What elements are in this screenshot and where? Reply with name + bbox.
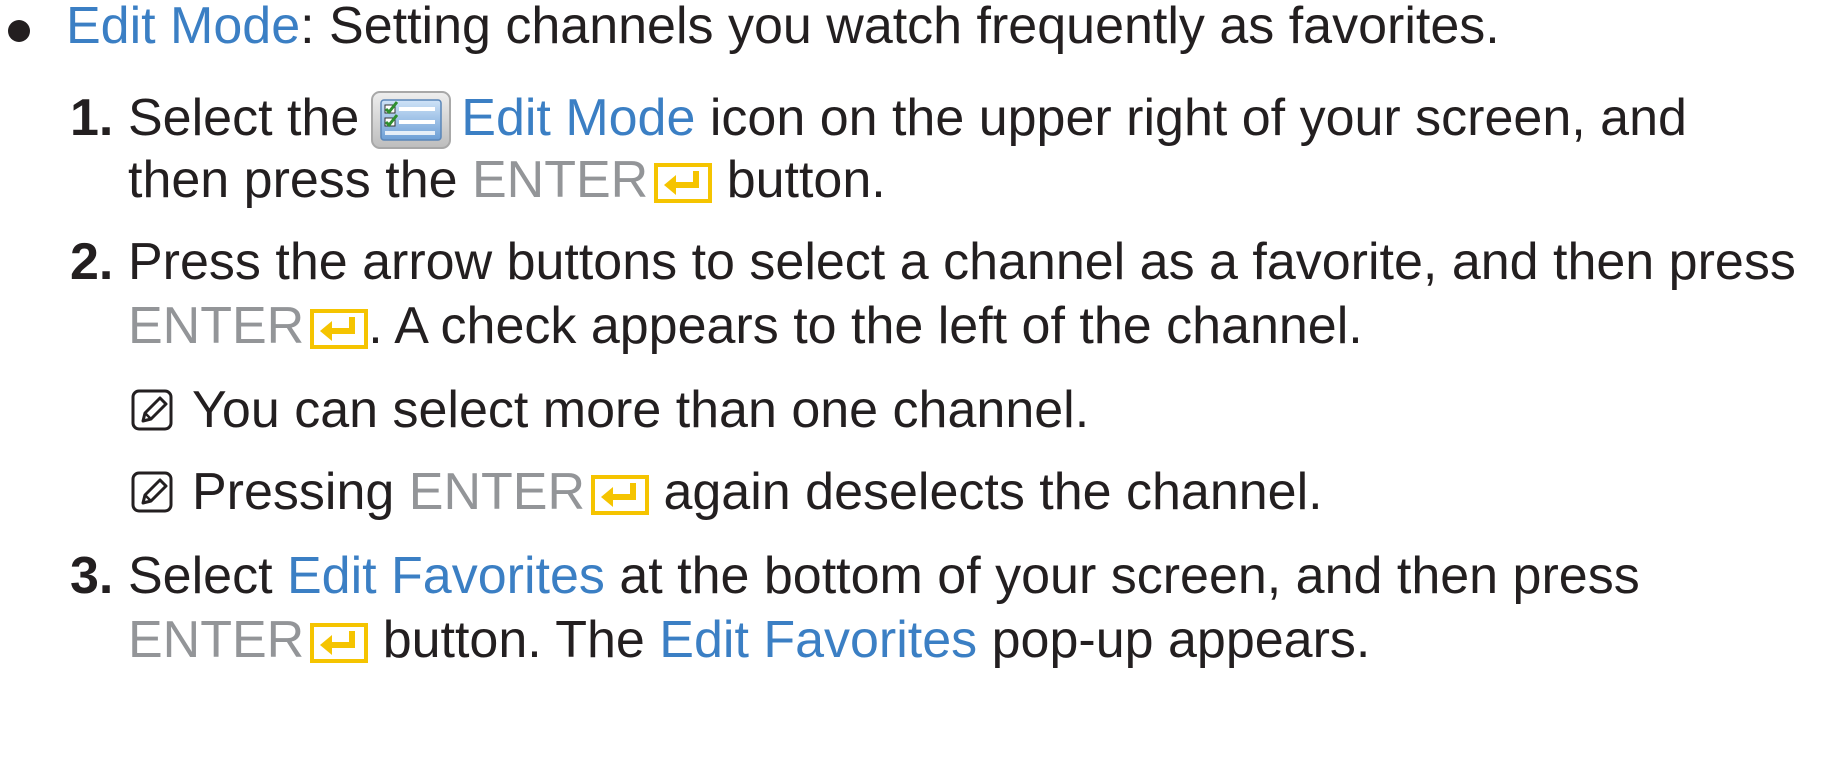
step-2-number: 2. <box>70 233 114 291</box>
manual-page: Edit Mode: Setting channels you watch fr… <box>0 0 1834 775</box>
step-1-line-1: Select the Edit Mode icon on the upper r… <box>128 88 1687 149</box>
enter-key-icon <box>310 623 369 663</box>
note-1-text: You can select more than one channel. <box>192 381 1090 439</box>
note-pencil-icon <box>131 471 173 513</box>
step-3-line-2: ENTER button. The Edit Favorites pop-up … <box>128 610 1370 670</box>
enter-key-icon <box>310 309 369 349</box>
step-2-text-b: . A check appears to the left of the cha… <box>368 297 1363 355</box>
step-2-text-a: Press the arrow buttons to select a chan… <box>128 233 1796 291</box>
edit-favorites-term: Edit Favorites <box>286 547 605 605</box>
edit-favorites-term: Edit Favorites <box>659 611 978 669</box>
step-3-text-c: button. The <box>368 611 660 669</box>
enter-button-label: ENTER <box>128 611 305 669</box>
note-pencil-icon <box>131 389 173 431</box>
enter-key-icon <box>591 475 650 515</box>
step-2-line-1: Press the arrow buttons to select a chan… <box>128 232 1796 292</box>
enter-button-label: ENTER <box>408 463 586 521</box>
step-3-number: 3. <box>70 547 114 605</box>
step-3-text-b: at the bottom of your screen, and then p… <box>604 547 1640 605</box>
step-3-line-1: Select Edit Favorites at the bottom of y… <box>128 546 1640 606</box>
step-1-text-c: then press the <box>128 151 472 209</box>
edit-mode-term: Edit Mode <box>461 89 696 147</box>
bullet-dot-icon <box>8 20 30 42</box>
step-1-text-d: button. <box>712 151 886 209</box>
step-1-text-a: Select the <box>128 89 360 147</box>
step-1-text-b: icon on the upper right of your screen, … <box>695 89 1687 147</box>
note-2-text-a: Pressing <box>192 463 409 521</box>
edit-mode-term: Edit Mode <box>66 0 301 55</box>
intro-text: : Setting channels you watch frequently … <box>300 0 1500 55</box>
enter-key-icon <box>654 163 713 203</box>
step-3-text-a: Select <box>128 547 287 605</box>
note-2-line: Pressing ENTER again deselects the chann… <box>192 462 1323 522</box>
intro-line: Edit Mode: Setting channels you watch fr… <box>66 0 1500 56</box>
enter-button-label: ENTER <box>128 297 305 355</box>
step-1-line-2: then press the ENTER button. <box>128 150 886 210</box>
step-3-text-d: pop-up appears. <box>977 611 1371 669</box>
step-2-line-2: ENTER . A check appears to the left of th… <box>128 296 1363 356</box>
note-2-text-b: again deselects the channel. <box>649 463 1323 521</box>
enter-button-label: ENTER <box>472 151 649 209</box>
step-1-number: 1. <box>70 89 114 147</box>
edit-mode-icon <box>371 91 452 149</box>
